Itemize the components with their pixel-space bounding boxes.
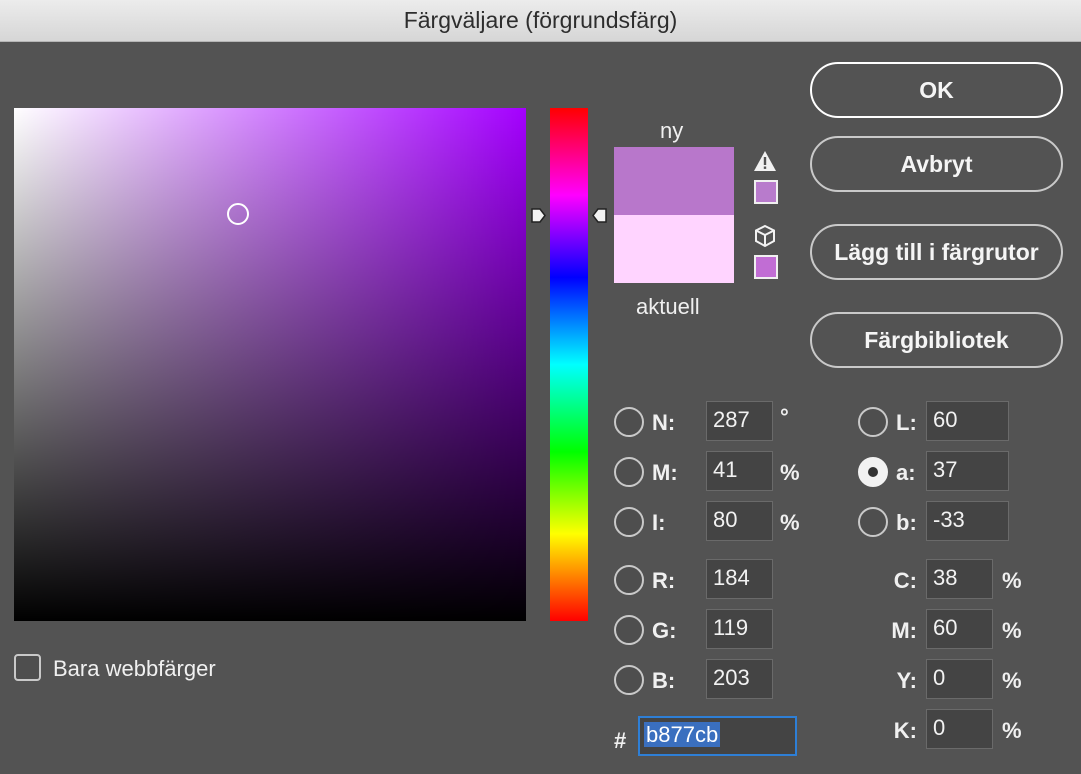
color-field-cursor[interactable] bbox=[227, 203, 249, 225]
slider-arrow-left-icon[interactable] bbox=[530, 207, 547, 224]
lightness-input[interactable]: 60 bbox=[926, 401, 1009, 441]
magenta-label: M: bbox=[891, 618, 917, 643]
radio-b-channel[interactable] bbox=[858, 507, 888, 537]
radio-blue[interactable] bbox=[614, 665, 644, 695]
saturation-unit: % bbox=[780, 460, 800, 485]
radio-brightness[interactable] bbox=[614, 507, 644, 537]
a-channel-label: a: bbox=[896, 460, 916, 485]
radio-saturation[interactable] bbox=[614, 457, 644, 487]
color-field-black-gradient bbox=[14, 108, 526, 621]
gamut-correction-swatch[interactable] bbox=[754, 180, 778, 204]
color-libraries-button[interactable]: Färgbibliotek bbox=[810, 312, 1063, 368]
black-input[interactable]: 0 bbox=[926, 709, 993, 749]
radio-lightness[interactable] bbox=[858, 407, 888, 437]
color-field[interactable] bbox=[14, 108, 526, 621]
blue-input[interactable]: 203 bbox=[706, 659, 773, 699]
add-to-swatches-button[interactable]: Lägg till i färgrutor bbox=[810, 224, 1063, 280]
yellow-input[interactable]: 0 bbox=[926, 659, 993, 699]
green-input[interactable]: 119 bbox=[706, 609, 773, 649]
yellow-label: Y: bbox=[896, 668, 917, 693]
hex-prefix: # bbox=[614, 728, 627, 753]
red-input[interactable]: 184 bbox=[706, 559, 773, 599]
ok-button[interactable]: OK bbox=[810, 62, 1063, 118]
cyan-input[interactable]: 38 bbox=[926, 559, 993, 599]
radio-a-channel[interactable] bbox=[858, 457, 888, 487]
new-color-swatch bbox=[614, 147, 734, 215]
slider-arrow-right-icon[interactable] bbox=[591, 207, 608, 224]
hex-input[interactable]: b877cb bbox=[638, 716, 797, 756]
web-safe-swatch[interactable] bbox=[754, 255, 778, 279]
hue-slider[interactable] bbox=[550, 108, 588, 621]
hue-input[interactable]: 287 bbox=[706, 401, 773, 441]
red-label: R: bbox=[652, 568, 676, 593]
cyan-unit: % bbox=[1002, 568, 1022, 593]
radio-hue[interactable] bbox=[614, 407, 644, 437]
web-colors-only-checkbox[interactable] bbox=[14, 654, 41, 681]
cube-icon[interactable] bbox=[754, 224, 776, 248]
current-color-label: aktuell bbox=[636, 294, 700, 319]
window-title: Färgväljare (förgrundsfärg) bbox=[403, 7, 678, 33]
hex-value: b877cb bbox=[644, 722, 721, 747]
b-channel-label: b: bbox=[896, 510, 917, 535]
cancel-button[interactable]: Avbryt bbox=[810, 136, 1063, 192]
black-label: K: bbox=[893, 718, 917, 743]
a-channel-input[interactable]: 37 bbox=[926, 451, 1009, 491]
radio-red[interactable] bbox=[614, 565, 644, 595]
brightness-input[interactable]: 80 bbox=[706, 501, 773, 541]
lightness-label: L: bbox=[896, 410, 917, 435]
title-bar: Färgväljare (förgrundsfärg) bbox=[0, 0, 1081, 42]
black-unit: % bbox=[1002, 718, 1022, 743]
saturation-input[interactable]: 41 bbox=[706, 451, 773, 491]
yellow-unit: % bbox=[1002, 668, 1022, 693]
brightness-unit: % bbox=[780, 510, 800, 535]
magenta-input[interactable]: 60 bbox=[926, 609, 993, 649]
hue-label: N: bbox=[652, 410, 676, 435]
web-colors-only-label: Bara webbfärger bbox=[53, 656, 216, 681]
hue-unit: ° bbox=[780, 404, 789, 429]
radio-green[interactable] bbox=[614, 615, 644, 645]
brightness-label: I: bbox=[652, 510, 666, 535]
b-channel-input[interactable]: -33 bbox=[926, 501, 1009, 541]
new-color-label: ny bbox=[660, 118, 684, 143]
blue-label: B: bbox=[652, 668, 676, 693]
current-color-swatch[interactable] bbox=[614, 215, 734, 283]
magenta-unit: % bbox=[1002, 618, 1022, 643]
saturation-label: M: bbox=[652, 460, 678, 485]
warning-triangle-icon[interactable] bbox=[753, 150, 777, 172]
green-label: G: bbox=[652, 618, 677, 643]
cyan-label: C: bbox=[893, 568, 917, 593]
